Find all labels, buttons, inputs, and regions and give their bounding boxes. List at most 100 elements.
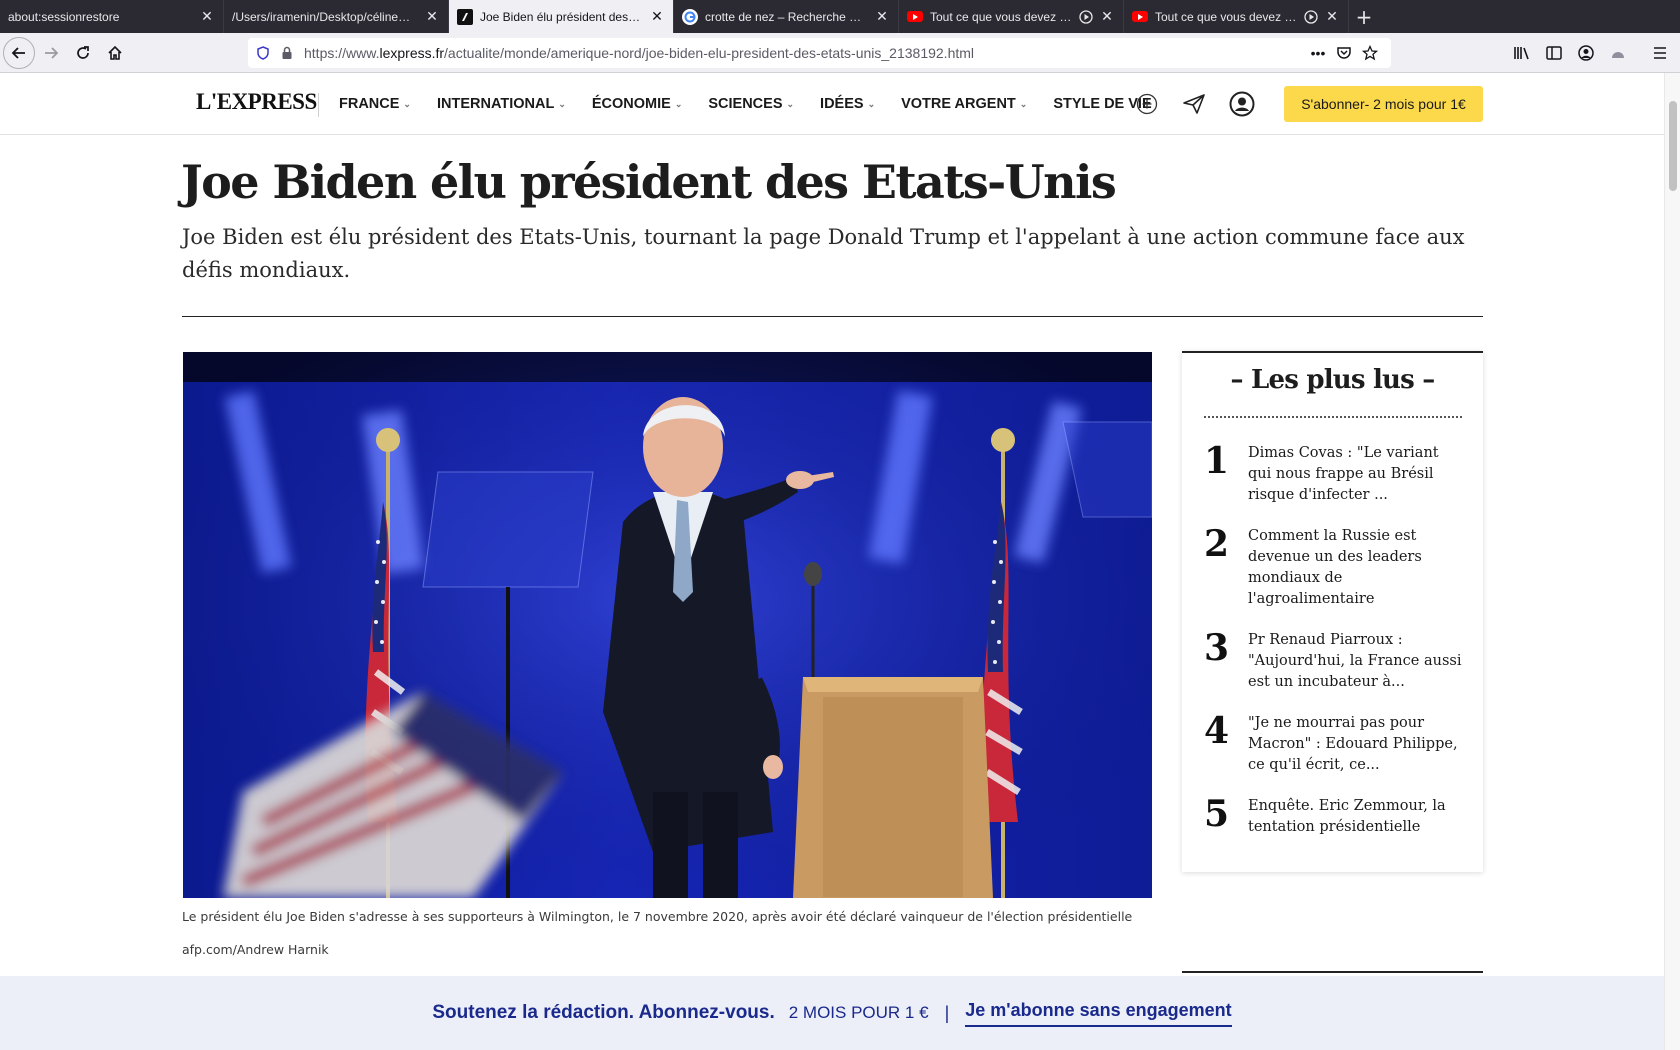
tracking-protection-shield-icon[interactable] <box>256 46 270 60</box>
home-icon <box>108 45 122 60</box>
close-icon[interactable]: ✕ <box>649 8 665 25</box>
article-standfirst: Joe Biden est élu président des Etats-Un… <box>182 225 1465 282</box>
bookmark-star-icon[interactable] <box>1357 41 1383 65</box>
url-text[interactable]: https://www.lexpress.fr/actualite/monde/… <box>304 45 1305 61</box>
most-read-item[interactable]: 5 Enquête. Eric Zemmour, la tentation pr… <box>1204 794 1464 838</box>
banner-headline: Soutenez la rédaction. Abonnez-vous. <box>432 1002 775 1023</box>
nav-label: FRANCE <box>339 96 400 112</box>
browser-tab[interactable]: Tout ce que vous devez savoir ✕ <box>899 0 1124 33</box>
browser-toolbar-right <box>1506 33 1680 73</box>
more-actions-icon[interactable]: ••• <box>1305 41 1331 65</box>
image-credit: afp.com/Andrew Harnik <box>182 942 329 957</box>
nav-item-international[interactable]: INTERNATIONAL ⌄ <box>437 96 566 112</box>
nav-label: ÉCONOMIE <box>591 96 671 112</box>
nav-item-idees[interactable]: IDÉES ⌄ <box>820 96 875 112</box>
back-arrow-icon <box>11 46 25 59</box>
site-logo[interactable]: L'EXPRESS <box>196 89 317 115</box>
rank-number: 4 <box>1204 710 1230 752</box>
browser-tab-bar: about:sessionrestore ✕ /Users/iramenin/D… <box>0 0 1680 33</box>
sidebar-icon[interactable] <box>1538 37 1570 69</box>
tab-title: Joe Biden élu président des Etats-Unis <box>480 9 643 24</box>
most-read-link[interactable]: Dimas Covas : "Le variant qui nous frapp… <box>1248 441 1464 506</box>
media-playing-icon[interactable] <box>1304 9 1318 24</box>
most-read-item[interactable]: 2 Comment la Russie est devenue un des l… <box>1204 524 1464 610</box>
forward-button[interactable] <box>35 37 67 69</box>
media-playing-icon[interactable] <box>1079 9 1093 24</box>
most-read-item[interactable]: 3 Pr Renaud Piarroux : "Aujourd'hui, la … <box>1204 628 1464 693</box>
chevron-down-icon: ⌄ <box>558 98 566 109</box>
subscribe-cta-link[interactable]: Je m'abonne sans engagement <box>965 1000 1232 1027</box>
tab-title: Tout ce que vous devez savoir <box>930 9 1073 24</box>
chevron-down-icon: ⌄ <box>867 98 876 109</box>
reload-icon <box>77 45 89 59</box>
reload-button[interactable] <box>67 37 99 69</box>
browser-navigation-bar: https://www.lexpress.fr/actualite/monde/… <box>0 33 1680 73</box>
most-read-widget: – Les plus lus – 1 Dimas Covas : "Le var… <box>1182 351 1483 872</box>
menu-hamburger-icon[interactable] <box>1644 37 1676 69</box>
forward-arrow-icon <box>45 46 59 59</box>
browser-tab[interactable]: about:sessionrestore ✕ <box>0 0 224 33</box>
nav-item-economie[interactable]: ÉCONOMIE ⌄ <box>592 96 683 112</box>
most-read-item[interactable]: 1 Dimas Covas : "Le variant qui nous fra… <box>1204 441 1464 506</box>
close-icon[interactable]: ✕ <box>199 8 215 25</box>
image-caption: Le président élu Joe Biden s'adresse à s… <box>182 909 1133 924</box>
chevron-down-icon: ⌄ <box>786 98 795 109</box>
rank-number: 5 <box>1204 793 1230 835</box>
newsletter-paper-plane-icon[interactable] <box>1179 89 1209 119</box>
banner-separator: | <box>944 1002 950 1023</box>
speech-stage-illustration <box>183 352 1152 898</box>
pocket-icon[interactable] <box>1331 41 1357 65</box>
nav-item-votre-argent[interactable]: VOTRE ARGENT ⌄ <box>901 96 1027 112</box>
nav-label: VOTRE ARGENT <box>901 96 1016 112</box>
browser-tab-active[interactable]: Joe Biden élu président des Etats-Unis ✕ <box>449 0 674 33</box>
back-button[interactable] <box>3 36 35 69</box>
article-headline: Joe Biden élu président des Etats-Unis <box>181 155 1117 209</box>
dotted-divider <box>1204 416 1462 418</box>
most-read-title-text: Les plus lus <box>1251 365 1415 395</box>
most-read-link[interactable]: Pr Renaud Piarroux : "Aujourd'hui, la Fr… <box>1248 628 1464 693</box>
more-sections-plus-icon[interactable] <box>1132 89 1162 119</box>
logo-divider <box>318 93 319 117</box>
youtube-icon <box>907 11 923 22</box>
most-read-link[interactable]: "Je ne mourrai pas pour Macron" : Edouar… <box>1248 711 1464 776</box>
browser-tab[interactable]: crotte de nez – Recherche Google ✕ <box>674 0 899 33</box>
chevron-down-icon: ⌄ <box>1019 98 1028 109</box>
scrollbar-thumb[interactable] <box>1669 101 1677 191</box>
subscription-banner: Soutenez la rédaction. Abonnez-vous. 2 M… <box>0 976 1664 1050</box>
extension-icon[interactable] <box>1602 37 1634 69</box>
browser-tab[interactable]: Tout ce que vous devez savoir ✕ <box>1124 0 1349 33</box>
url-bar[interactable]: https://www.lexpress.fr/actualite/monde/… <box>248 38 1391 68</box>
nav-item-france[interactable]: FRANCE ⌄ <box>339 96 411 112</box>
close-icon[interactable]: ✕ <box>874 8 890 25</box>
youtube-icon <box>1132 11 1148 22</box>
subscribe-button[interactable]: S'abonner- 2 mois pour 1€ <box>1284 86 1483 122</box>
account-icon[interactable] <box>1570 37 1602 69</box>
home-button[interactable] <box>99 37 131 69</box>
user-account-icon[interactable] <box>1227 89 1257 119</box>
article-hero-image[interactable] <box>183 352 1152 898</box>
browser-tab[interactable]: /Users/iramenin/Desktop/céline%20 ✕ <box>224 0 449 33</box>
tab-title: Tout ce que vous devez savoir <box>1155 9 1298 24</box>
new-tab-button[interactable]: + <box>1349 0 1379 33</box>
page-scrollbar[interactable] <box>1664 73 1680 1050</box>
tab-title: /Users/iramenin/Desktop/céline%20 <box>232 9 418 24</box>
nav-label: SCIENCES <box>708 96 783 112</box>
nav-item-sciences[interactable]: SCIENCES ⌄ <box>708 96 794 112</box>
tab-title: about:sessionrestore <box>8 9 120 24</box>
headline-divider <box>182 316 1483 317</box>
close-icon[interactable]: ✕ <box>1099 8 1115 25</box>
library-icon[interactable] <box>1506 37 1538 69</box>
lock-icon[interactable] <box>280 46 294 60</box>
most-read-item[interactable]: 4 "Je ne mourrai pas pour Macron" : Edou… <box>1204 711 1464 776</box>
main-navigation: FRANCE ⌄ INTERNATIONAL ⌄ ÉCONOMIE ⌄ SCIENCE… <box>339 73 1178 135</box>
lexpress-icon <box>457 8 473 25</box>
rank-number: 1 <box>1204 440 1230 482</box>
google-icon <box>682 8 698 25</box>
most-read-link[interactable]: Enquête. Eric Zemmour, la tentation prés… <box>1248 794 1464 838</box>
chevron-down-icon: ⌄ <box>403 98 411 109</box>
nav-label: INTERNATIONAL <box>436 96 555 112</box>
close-icon[interactable]: ✕ <box>1324 8 1340 25</box>
most-read-link[interactable]: Comment la Russie est devenue un des lea… <box>1248 524 1464 610</box>
tab-title: crotte de nez – Recherche Google <box>705 9 868 24</box>
close-icon[interactable]: ✕ <box>424 8 440 25</box>
